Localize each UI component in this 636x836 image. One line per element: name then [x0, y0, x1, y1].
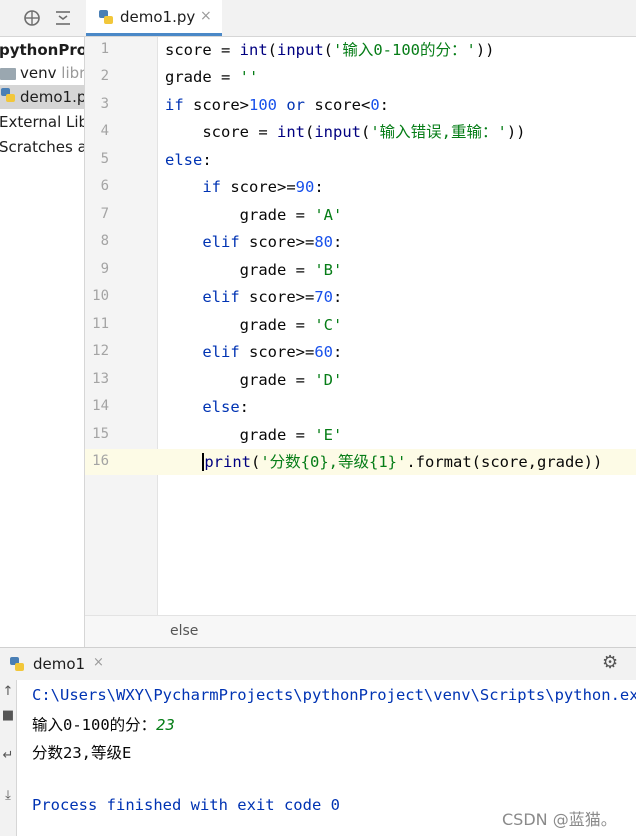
top-toolbar: demo1.py × — [0, 0, 636, 37]
code-line-9: grade = 'B' — [165, 261, 343, 279]
line-number: 7 — [100, 206, 109, 222]
breadcrumb-item[interactable]: else — [170, 623, 198, 639]
tree-item-label: External Lib — [0, 113, 85, 131]
line-number: 9 — [100, 261, 109, 277]
code-line-13: grade = 'D' — [165, 371, 343, 389]
line-number: 1 — [100, 41, 109, 57]
line-number: 3 — [100, 96, 109, 112]
line-number: 16 — [92, 453, 109, 469]
console-prompt-line: 输入0-100的分：23 — [32, 713, 175, 735]
console-input-value: 23 — [156, 716, 175, 734]
console-exit-line: Process finished with exit code 0 — [32, 796, 340, 814]
tree-item-demo1[interactable]: demo1.p — [0, 85, 84, 109]
code-line-5: else: — [165, 151, 212, 169]
code-line-8: elif score>=80: — [165, 233, 343, 251]
line-number: 8 — [100, 233, 109, 249]
code-line-3: if score>100 or score<0: — [165, 96, 390, 114]
collapse-icon[interactable] — [54, 9, 72, 27]
close-icon[interactable]: × — [200, 8, 212, 24]
editor-tab-label: demo1.py — [120, 8, 196, 26]
tree-item-venv[interactable]: venv libr — [0, 61, 85, 85]
scroll-up-icon[interactable]: ↑ — [0, 684, 16, 699]
text-caret: print — [202, 453, 251, 471]
line-number: 5 — [100, 151, 109, 167]
console-prompt: 输入0-100的分： — [32, 716, 157, 734]
tree-item-label: Scratches an — [0, 138, 84, 156]
python-file-icon — [0, 86, 16, 110]
code-line-15: grade = 'E' — [165, 426, 343, 444]
watermark-text: CSDN @蓝猫。 — [502, 810, 617, 829]
globe-icon[interactable] — [23, 9, 41, 27]
line-number: 15 — [92, 426, 109, 442]
code-line-14: else: — [165, 398, 249, 416]
tree-item-label: demo1.p — [20, 88, 85, 106]
line-number: 2 — [100, 68, 109, 84]
code-line-2: grade = '' — [165, 68, 259, 86]
code-line-16: print('分数{0},等级{1}'.format(score,grade)) — [202, 453, 603, 471]
code-line-10: elif score>=70: — [165, 288, 343, 306]
soft-wrap-icon[interactable]: ↵ — [0, 748, 16, 763]
code-line-12: elif score>=60: — [165, 343, 343, 361]
line-number: 13 — [92, 371, 109, 387]
close-icon[interactable]: × — [93, 655, 104, 670]
project-panel: pythonProj venv libr demo1.p External Li… — [0, 37, 85, 647]
code-line-7: grade = 'A' — [165, 206, 343, 224]
code-line-1: score = int(input('输入0-100的分：')) — [165, 41, 495, 59]
tree-item-hint: libr — [61, 64, 85, 82]
tree-item-project-root[interactable]: pythonProj — [0, 38, 85, 62]
python-run-icon — [9, 656, 25, 672]
line-number: 10 — [92, 288, 109, 304]
scroll-to-end-icon[interactable]: ⤓ — [0, 788, 16, 803]
code-line-11: grade = 'C' — [165, 316, 343, 334]
line-number: 14 — [92, 398, 109, 414]
console-output-line: 分数23,等级E — [32, 744, 132, 762]
gear-icon[interactable]: ⚙ — [602, 652, 618, 673]
tree-item-external-libraries[interactable]: External Lib — [0, 110, 85, 134]
breadcrumb: else — [85, 615, 636, 648]
code-line-4: score = int(input('输入错误,重输：')) — [165, 123, 526, 141]
run-tab-label[interactable]: demo1 — [33, 655, 85, 673]
run-side-toolbar: ↑ ■ ↵ ⤓ — [0, 680, 17, 836]
tree-item-label: pythonProj — [0, 41, 85, 59]
editor-tab-demo1[interactable]: demo1.py × — [86, 0, 222, 36]
console-command-line: C:\Users\WXY\PycharmProjects\pythonProje… — [32, 686, 636, 704]
tree-item-label: venv — [20, 64, 57, 82]
run-toolbar: demo1 × ⚙ — [0, 647, 636, 681]
folder-icon — [0, 67, 16, 80]
code-line-6: if score>=90: — [165, 178, 324, 196]
line-number: 4 — [100, 123, 109, 139]
stop-icon[interactable]: ■ — [0, 708, 16, 723]
python-file-icon — [98, 9, 114, 25]
line-number: 6 — [100, 178, 109, 194]
line-number: 12 — [92, 343, 109, 359]
line-number: 11 — [92, 316, 109, 332]
tree-item-scratches[interactable]: Scratches an — [0, 135, 84, 159]
